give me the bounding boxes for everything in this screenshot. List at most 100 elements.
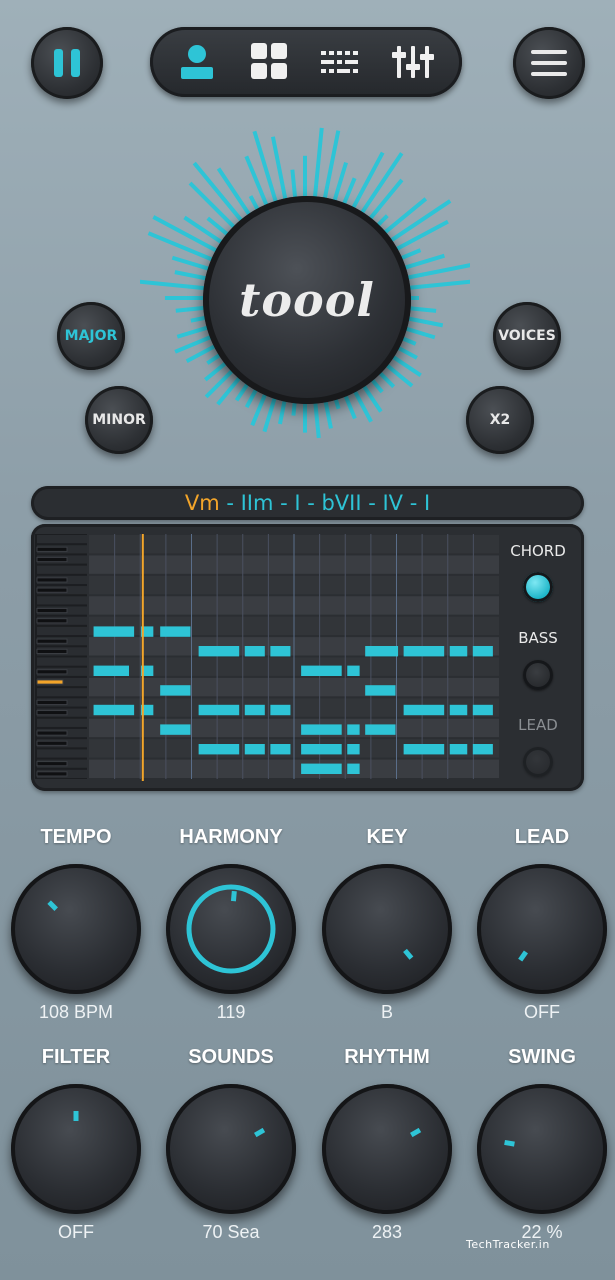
minor-button[interactable]: MINOR <box>85 386 153 454</box>
voices-button[interactable]: VOICES <box>493 302 561 370</box>
lead-label: LEAD <box>518 716 558 734</box>
grid-icon <box>251 43 287 79</box>
white-key <box>37 535 87 544</box>
note <box>160 724 191 735</box>
menu-button[interactable] <box>513 27 585 99</box>
main-play-knob[interactable]: toool <box>203 196 411 404</box>
view-tab-bar <box>150 27 462 97</box>
chord-toggle[interactable] <box>523 572 553 602</box>
tempo-knob[interactable] <box>11 864 141 994</box>
key-value: B <box>380 1002 393 1022</box>
harmony-title: HARMONY <box>179 826 283 848</box>
tab-user[interactable] <box>174 40 220 84</box>
note <box>347 665 360 677</box>
knob-face <box>47 900 58 911</box>
note <box>449 646 468 657</box>
filter-knob[interactable] <box>11 1084 141 1214</box>
tab-mixer[interactable] <box>390 40 436 84</box>
black-key <box>36 669 68 675</box>
swing-knob[interactable] <box>477 1084 607 1214</box>
note <box>403 704 445 716</box>
sliders-icon <box>392 46 434 78</box>
pause-button[interactable] <box>31 27 103 99</box>
lead-value: OFF <box>524 1002 560 1022</box>
x2-button[interactable]: X2 <box>466 386 534 454</box>
tempo-value: 108 BPM <box>38 1002 114 1022</box>
note <box>270 744 291 755</box>
note <box>472 646 493 657</box>
visualizer-ray <box>381 197 428 237</box>
knob-indicator <box>403 948 414 960</box>
black-key <box>36 771 68 777</box>
black-key <box>36 587 68 593</box>
note <box>403 744 445 755</box>
note <box>301 724 342 735</box>
watermark: TechTracker.in <box>466 1238 550 1251</box>
sequencer-panel: CHORD BASS LEAD <box>31 524 584 791</box>
note <box>198 646 240 657</box>
sounds-title: SOUNDS <box>188 1046 274 1068</box>
note <box>270 704 291 716</box>
white-key <box>37 596 87 605</box>
note <box>472 704 493 716</box>
piano-roll[interactable] <box>31 524 501 791</box>
lead-knob[interactable] <box>477 864 607 994</box>
rhythm-knob[interactable] <box>322 1084 452 1214</box>
note <box>244 744 265 755</box>
sounds-value: 70 Sea <box>202 1222 260 1242</box>
black-key <box>36 577 68 583</box>
knob-indicator <box>518 950 528 962</box>
major-button[interactable]: MAJOR <box>57 302 125 370</box>
chord-label: CHORD <box>510 542 566 560</box>
menu-icon <box>531 50 567 76</box>
note <box>301 744 342 755</box>
chord-progression-bar: Vm - IIm - I - bVII - IV - I <box>31 486 584 520</box>
tab-grid[interactable] <box>246 40 292 84</box>
white-key <box>37 749 87 758</box>
note <box>198 744 240 755</box>
rhythm-value: 283 <box>371 1222 403 1242</box>
note <box>160 626 191 637</box>
note <box>347 744 360 755</box>
knob-face <box>518 950 528 962</box>
harmony-knob[interactable] <box>166 864 296 994</box>
black-key <box>36 607 68 614</box>
tab-pattern[interactable] <box>318 40 364 84</box>
lead-toggle[interactable] <box>523 747 553 777</box>
visualizer-ray <box>312 127 324 199</box>
note <box>347 763 360 775</box>
visualizer-ray <box>206 216 229 237</box>
visualizer-ray <box>204 367 236 399</box>
visualizer-ray <box>270 136 288 201</box>
knob-indicator <box>253 1127 266 1138</box>
sounds-knob[interactable] <box>166 1084 296 1214</box>
note <box>93 626 135 637</box>
bass-toggle[interactable] <box>523 660 553 690</box>
knob-face <box>409 1127 422 1138</box>
knob-indicator <box>230 890 237 902</box>
app-logo: toool <box>239 273 375 327</box>
black-key <box>36 546 68 552</box>
note <box>347 724 360 735</box>
tempo-title: TEMPO <box>40 826 112 848</box>
note <box>403 646 445 657</box>
visualizer-ray <box>366 178 404 222</box>
bass-label: BASS <box>518 629 558 647</box>
note <box>449 744 468 755</box>
note <box>198 704 240 716</box>
note <box>472 744 493 755</box>
major-label: MAJOR <box>64 328 118 344</box>
x2-label: X2 <box>489 412 511 428</box>
black-key <box>36 648 68 654</box>
visualizer-ray <box>404 279 470 291</box>
note <box>301 665 342 677</box>
active-key <box>36 679 64 685</box>
note <box>301 763 342 775</box>
note <box>160 685 191 696</box>
white-key <box>37 657 87 666</box>
key-knob[interactable] <box>322 864 452 994</box>
user-icon <box>181 45 213 79</box>
knob-indicator <box>409 1127 422 1138</box>
knob-face <box>403 948 414 960</box>
visualizer-ray <box>332 162 348 203</box>
